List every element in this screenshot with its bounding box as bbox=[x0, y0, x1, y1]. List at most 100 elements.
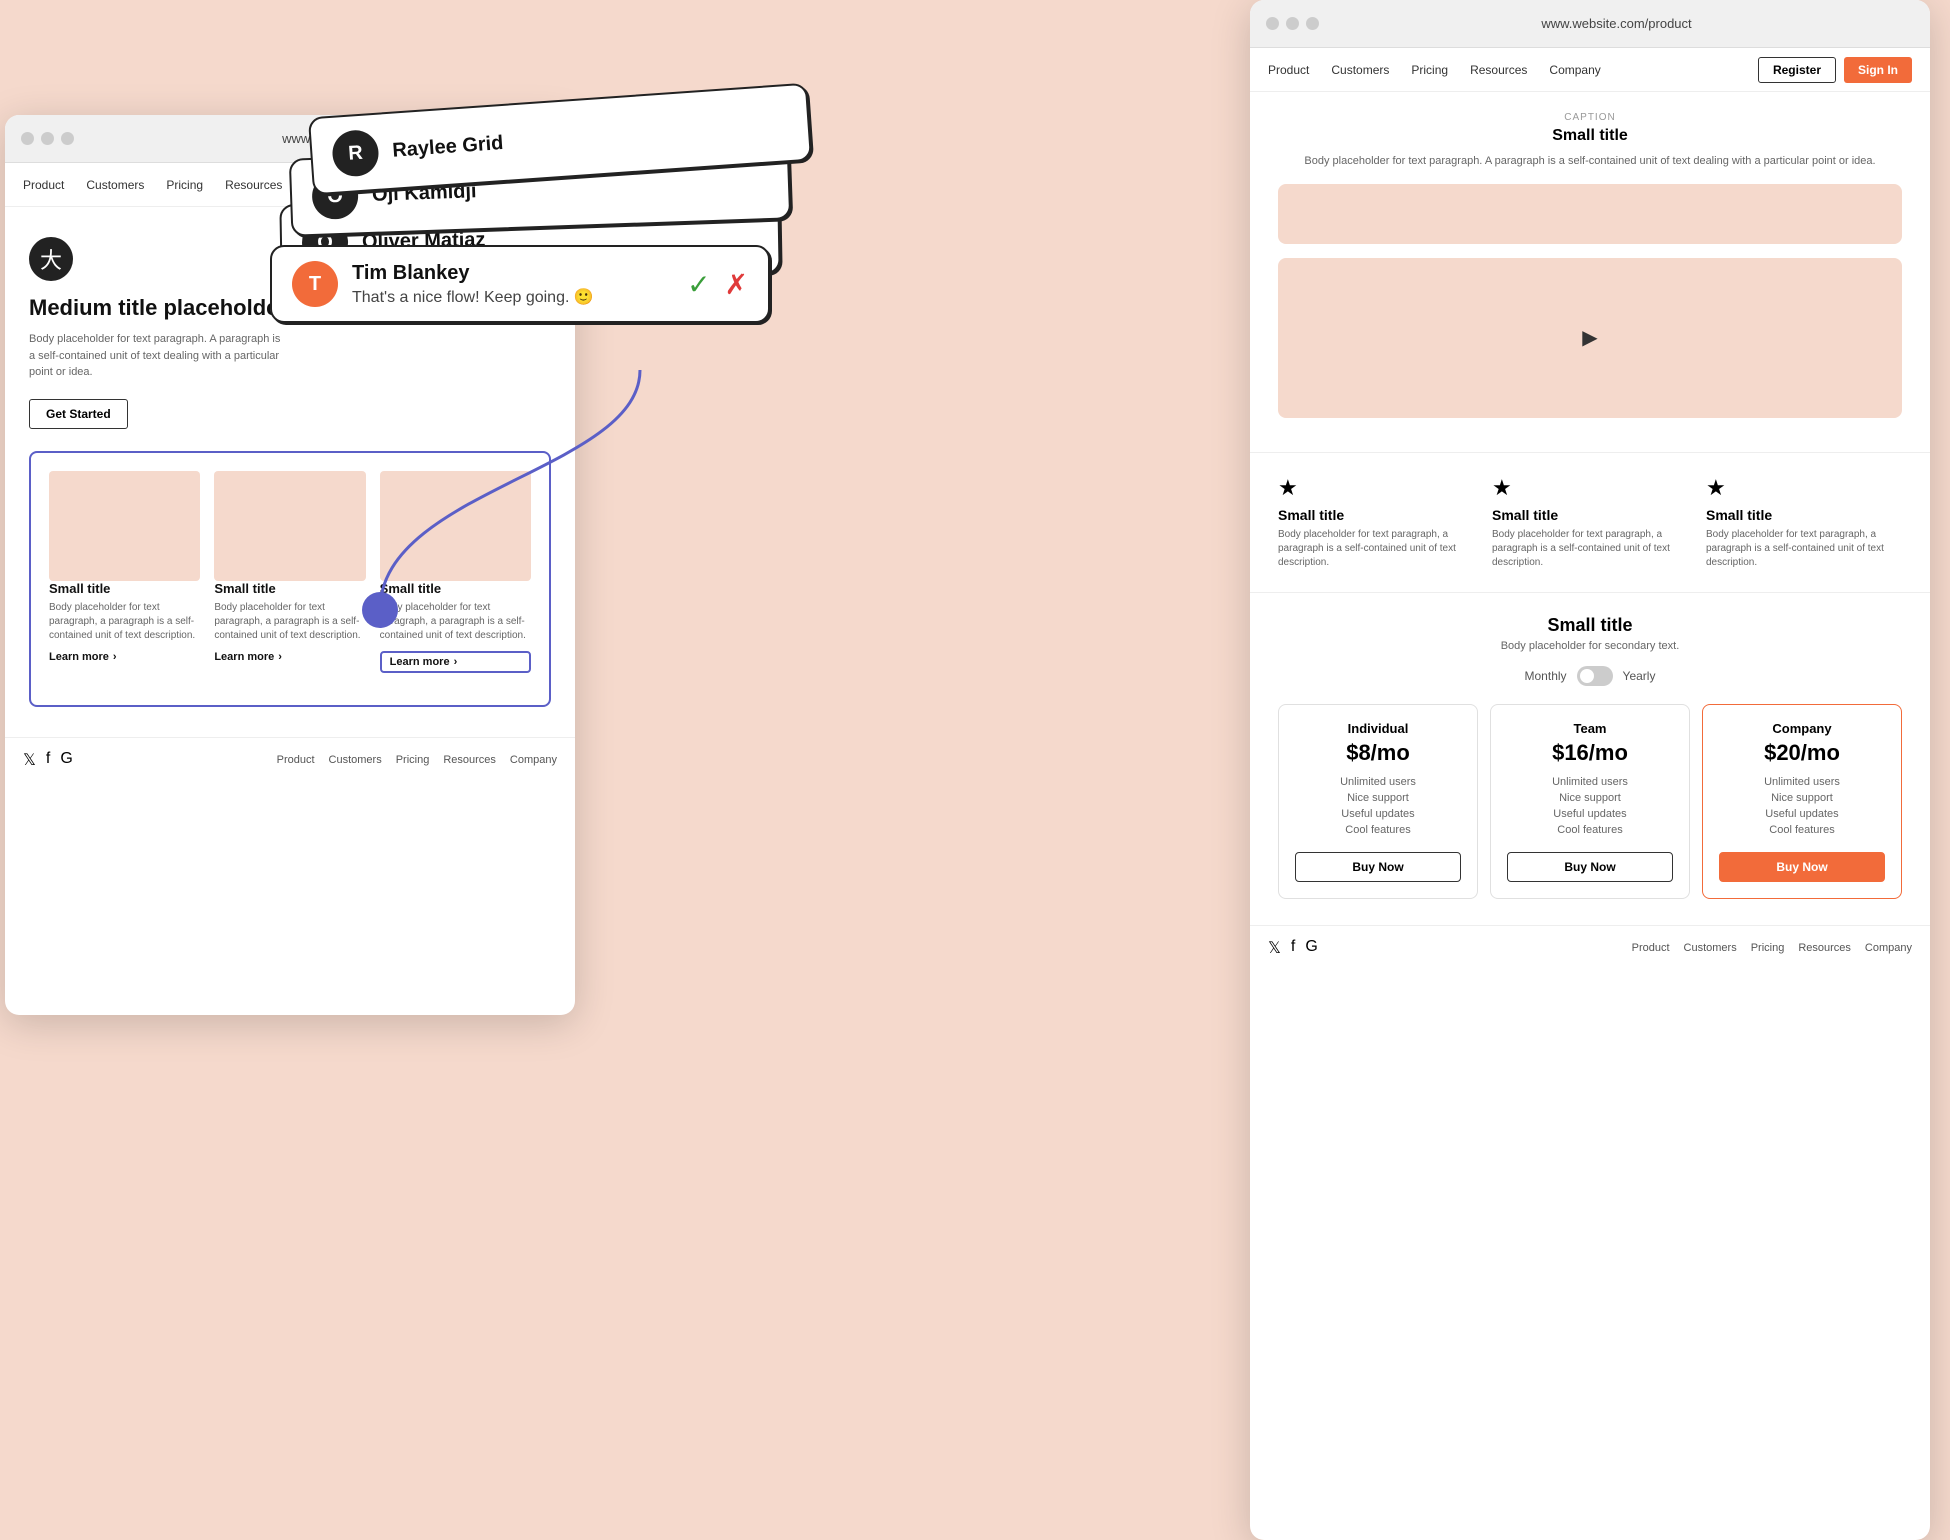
register-button[interactable]: Register bbox=[1758, 57, 1836, 83]
star-title-2: Small title bbox=[1492, 507, 1688, 523]
star-card-1: ★ Small title Body placeholder for text … bbox=[1278, 475, 1474, 570]
notif-content-tim: Tim Blankey That's a nice flow! Keep goi… bbox=[352, 262, 594, 307]
footer-product[interactable]: Product bbox=[277, 754, 315, 766]
feature-3: Useful updates bbox=[1295, 806, 1461, 822]
footer-customers[interactable]: Customers bbox=[329, 754, 382, 766]
dot-maximize bbox=[61, 132, 74, 145]
left-nav-pricing[interactable]: Pricing bbox=[166, 178, 203, 192]
star-card-3: ★ Small title Body placeholder for text … bbox=[1706, 475, 1902, 570]
hero-body: Body placeholder for text paragraph. A p… bbox=[29, 331, 289, 381]
dot-close bbox=[21, 132, 34, 145]
buy-btn-team[interactable]: Buy Now bbox=[1507, 852, 1673, 882]
right-nav-buttons: Register Sign In bbox=[1758, 57, 1912, 83]
notif-actions-tim: ✓ ✗ bbox=[687, 268, 748, 301]
company-feature-1: Unlimited users bbox=[1719, 774, 1885, 790]
facebook-icon[interactable]: f bbox=[46, 750, 50, 770]
right-nav-customers[interactable]: Customers bbox=[1331, 63, 1389, 77]
play-icon[interactable]: ▶ bbox=[1582, 325, 1597, 350]
star-card-2: ★ Small title Body placeholder for text … bbox=[1492, 475, 1688, 570]
left-nav-resources[interactable]: Resources bbox=[225, 178, 282, 192]
footer-pricing[interactable]: Pricing bbox=[396, 754, 430, 766]
right-footer-customers[interactable]: Customers bbox=[1684, 942, 1737, 954]
right-dot-close bbox=[1266, 17, 1279, 30]
card-1-body: Body placeholder for text paragraph, a p… bbox=[49, 601, 200, 643]
right-url-bar[interactable]: www.website.com/product bbox=[1319, 16, 1914, 31]
right-nav-company[interactable]: Company bbox=[1549, 63, 1600, 77]
left-nav-product[interactable]: Product bbox=[23, 178, 64, 192]
notif-name-tim: Tim Blankey bbox=[352, 262, 594, 285]
feature-1: Unlimited users bbox=[1295, 774, 1461, 790]
plan-features-team: Unlimited users Nice support Useful upda… bbox=[1507, 774, 1673, 838]
billing-toggle-switch[interactable] bbox=[1577, 666, 1613, 686]
cards-section: Small title Body placeholder for text pa… bbox=[29, 451, 551, 707]
notif-reject-icon[interactable]: ✗ bbox=[725, 268, 748, 301]
right-footer-nav: Product Customers Pricing Resources Comp… bbox=[1632, 942, 1912, 954]
star-icon-1: ★ bbox=[1278, 475, 1474, 501]
team-feature-3: Useful updates bbox=[1507, 806, 1673, 822]
star-body-1: Body placeholder for text paragraph, a p… bbox=[1278, 528, 1474, 570]
left-nav-customers[interactable]: Customers bbox=[86, 178, 144, 192]
plan-name-company: Company bbox=[1719, 721, 1885, 736]
notif-accept-icon[interactable]: ✓ bbox=[687, 268, 710, 301]
card-3-learn-more[interactable]: Learn more › bbox=[380, 651, 531, 673]
pricing-section: Small title Body placeholder for seconda… bbox=[1250, 593, 1930, 921]
right-footer-pricing[interactable]: Pricing bbox=[1751, 942, 1785, 954]
buy-btn-individual[interactable]: Buy Now bbox=[1295, 852, 1461, 882]
footer-company[interactable]: Company bbox=[510, 754, 557, 766]
right-nav-product[interactable]: Product bbox=[1268, 63, 1309, 77]
window-controls bbox=[21, 132, 74, 145]
right-twitter-icon[interactable]: 𝕏 bbox=[1268, 938, 1281, 958]
pricing-card-team: Team $16/mo Unlimited users Nice support… bbox=[1490, 704, 1690, 899]
left-footer-nav: Product Customers Pricing Resources Comp… bbox=[277, 754, 557, 766]
buy-btn-company[interactable]: Buy Now bbox=[1719, 852, 1885, 882]
notif-card-tim: T Tim Blankey That's a nice flow! Keep g… bbox=[270, 245, 770, 323]
right-footer-company[interactable]: Company bbox=[1865, 942, 1912, 954]
plan-name-team: Team bbox=[1507, 721, 1673, 736]
plan-name-individual: Individual bbox=[1295, 721, 1461, 736]
star-title-1: Small title bbox=[1278, 507, 1474, 523]
right-hero-title: Small title bbox=[1278, 127, 1902, 145]
right-footer-product[interactable]: Product bbox=[1632, 942, 1670, 954]
card-2-body: Body placeholder for text paragraph, a p… bbox=[214, 601, 365, 643]
plan-price-individual: $8/mo bbox=[1295, 740, 1461, 766]
billing-toggle: Monthly Yearly bbox=[1278, 666, 1902, 686]
card-1: Small title Body placeholder for text pa… bbox=[49, 471, 200, 673]
card-2-title: Small title bbox=[214, 581, 365, 596]
right-footer-resources[interactable]: Resources bbox=[1798, 942, 1851, 954]
right-nav-pricing[interactable]: Pricing bbox=[1411, 63, 1448, 77]
plan-features-individual: Unlimited users Nice support Useful upda… bbox=[1295, 774, 1461, 838]
footer-resources[interactable]: Resources bbox=[443, 754, 496, 766]
stars-section: ★ Small title Body placeholder for text … bbox=[1250, 453, 1930, 593]
right-google-icon[interactable]: G bbox=[1305, 938, 1317, 958]
company-feature-3: Useful updates bbox=[1719, 806, 1885, 822]
star-title-3: Small title bbox=[1706, 507, 1902, 523]
right-window-controls bbox=[1266, 17, 1319, 30]
card-1-title: Small title bbox=[49, 581, 200, 596]
billing-monthly-label: Monthly bbox=[1525, 669, 1567, 683]
star-body-3: Body placeholder for text paragraph, a p… bbox=[1706, 528, 1902, 570]
company-feature-4: Cool features bbox=[1719, 822, 1885, 838]
star-icon-2: ★ bbox=[1492, 475, 1688, 501]
card-1-learn-more[interactable]: Learn more › bbox=[49, 651, 200, 663]
notif-message-tim: That's a nice flow! Keep going. 🙂 bbox=[352, 287, 594, 307]
card-2-learn-more[interactable]: Learn more › bbox=[214, 651, 365, 663]
star-body-2: Body placeholder for text paragraph, a p… bbox=[1492, 528, 1688, 570]
right-nav-resources[interactable]: Resources bbox=[1470, 63, 1527, 77]
get-started-button[interactable]: Get Started bbox=[29, 399, 128, 429]
company-feature-2: Nice support bbox=[1719, 790, 1885, 806]
hero-icon: 大 bbox=[29, 237, 73, 281]
google-icon[interactable]: G bbox=[60, 750, 72, 770]
card-3-body: Body placeholder for text paragraph, a p… bbox=[380, 601, 531, 643]
caption-label: CAPTION bbox=[1278, 112, 1902, 123]
notif-avatar-raylee: R bbox=[331, 129, 380, 178]
billing-yearly-label: Yearly bbox=[1623, 669, 1656, 683]
pricing-title: Small title bbox=[1278, 615, 1902, 636]
dot-minimize bbox=[41, 132, 54, 145]
right-dot-minimize bbox=[1286, 17, 1299, 30]
twitter-icon[interactable]: 𝕏 bbox=[23, 750, 36, 770]
signin-button[interactable]: Sign In bbox=[1844, 57, 1912, 83]
right-facebook-icon[interactable]: f bbox=[1291, 938, 1295, 958]
right-titlebar: www.website.com/product bbox=[1250, 0, 1930, 48]
right-browser-window: www.website.com/product Product Customer… bbox=[1250, 0, 1930, 1540]
star-icon-3: ★ bbox=[1706, 475, 1902, 501]
